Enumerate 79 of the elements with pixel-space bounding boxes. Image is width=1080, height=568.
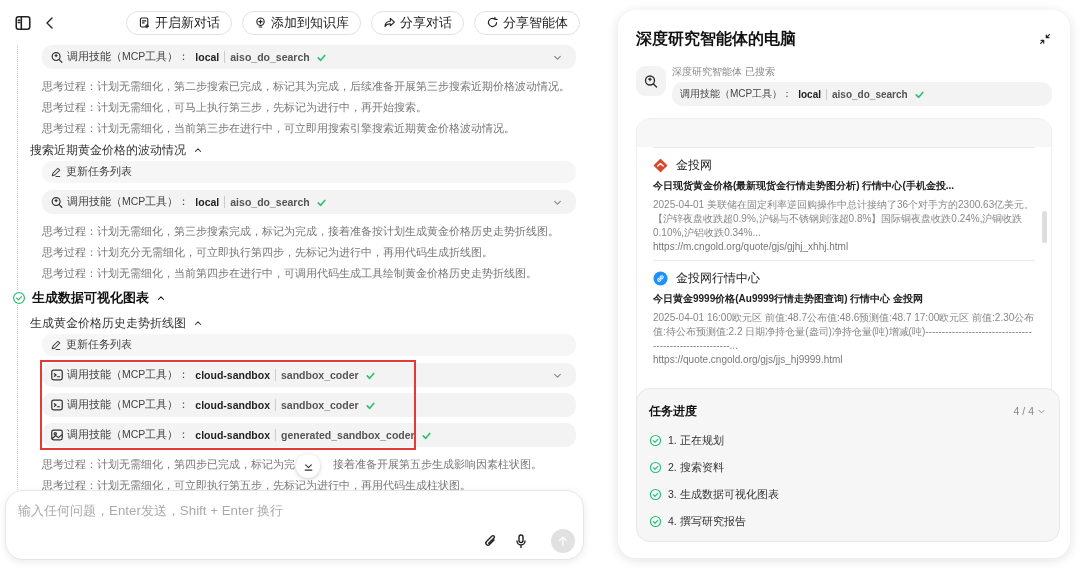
terminal-icon: [50, 398, 64, 412]
result-title[interactable]: 今日黄金9999价格(Au9999行情走势图查询) 行情中心 金投网: [653, 292, 1035, 306]
new-chat-icon: [138, 16, 151, 29]
section-title: 生成黄金价格历史走势折线图: [30, 314, 186, 332]
tool-call-row[interactable]: 调用技能（MCP工具）： cloud-sandbox sandbox_coder: [42, 363, 576, 387]
message-input[interactable]: 输入任何问题，Enter发送，Shift + Enter 换行: [18, 501, 575, 519]
search-icon: [50, 50, 64, 64]
sidebar-toggle-icon[interactable]: [14, 13, 32, 32]
server-name: local: [195, 196, 226, 208]
tool-label: 调用技能（MCP工具）：: [67, 50, 190, 64]
tool-name: sandbox_coder: [281, 399, 359, 411]
link-icon: [653, 271, 668, 286]
source-name: 金投网: [676, 157, 712, 174]
tool-call-row[interactable]: 调用技能（MCP工具）： local aiso_do_search: [42, 190, 576, 214]
scrollbar-thumb[interactable]: [1042, 211, 1047, 243]
task-update-row[interactable]: 更新任务列表: [42, 334, 576, 356]
progress-count: 4 / 4: [1013, 405, 1034, 417]
result-snippet: 2025-04-01 美联储在固定利率逆回购操作中总计接纳了36个对手方的2300.63亿美元。【沪锌夜盘收跌超0.9%,沪锡与不锈钢则涨超0.8%】国际铜夜盘收跌0.24%,沪铜收跌0.10%,沪铝收跌0.34%...: [653, 198, 1035, 240]
header-button[interactable]: 开启新对话: [126, 10, 232, 35]
pen-icon: [50, 166, 62, 178]
result-title[interactable]: 今日现货黄金价格(最新现货金行情走势图分析) 行情中心(手机金投...: [653, 179, 1035, 193]
tool-call-row[interactable]: 调用技能（MCP工具）： local aiso_do_search: [672, 82, 1052, 106]
step-title: 生成数据可视化图表: [32, 289, 149, 307]
scroll-down-button[interactable]: [296, 454, 320, 478]
tool-name: aiso_do_search: [230, 51, 310, 63]
diamond-logo-icon: [653, 158, 668, 173]
tool-label: 调用技能（MCP工具）：: [680, 87, 793, 101]
result-url: https://m.cngold.org/quote/gjs/gjhj_xhhj.html: [653, 241, 850, 252]
section-title: 搜索近期黄金价格的波动情况: [30, 141, 186, 159]
result-url: https://quote.cngold.org/gjs/jjs_hj9999.html: [653, 354, 844, 365]
thought-text: 思考过程：计划无需细化，可马上执行第三步，先标记为进行中，再开始搜索。: [42, 100, 428, 115]
header-button[interactable]: 分享智能体: [474, 10, 580, 35]
thought-text: 思考过程：计划无需细化，当前第三步在进行中，可立即用搜索引擎搜索近期黄金价格波动情况。: [42, 121, 516, 136]
thought-text: 思考过程：计划无需细化，当前第四步在进行中，可调用代码生成工具绘制黄金价格历史走势折线图。: [42, 266, 538, 281]
server-name: cloud-sandbox: [195, 429, 276, 441]
terminal-icon: [50, 368, 64, 382]
header-button[interactable]: 分享对话: [371, 10, 464, 35]
tool-label: 调用技能（MCP工具）：: [67, 428, 190, 442]
pen-icon: [50, 339, 62, 351]
progress-title: 任务进度: [649, 402, 697, 420]
header-button[interactable]: 添加到知识库: [242, 10, 361, 35]
task-text: 2. 搜索资料: [668, 460, 724, 475]
search-icon: [643, 73, 659, 89]
thought-text: 接着准备开展第五步生成影响因素柱状图。: [333, 457, 542, 472]
tool-label: 调用技能（MCP工具）：: [67, 195, 190, 209]
tool-label: 调用技能（MCP工具）：: [67, 398, 190, 412]
tool-name: aiso_do_search: [832, 88, 908, 100]
tool-name: generated_sandbox_coder: [281, 429, 415, 441]
image-icon: [50, 428, 64, 442]
bulb-icon: [254, 16, 267, 29]
tool-name: aiso_do_search: [230, 196, 310, 208]
agent-status: 深度研究智能体 已搜索: [672, 66, 776, 79]
tool-call-row[interactable]: 调用技能（MCP工具）： cloud-sandbox generated_sandbox_coder: [42, 423, 576, 447]
source-name: 金投网行情中心: [676, 270, 760, 287]
collapse-icon[interactable]: [1038, 32, 1052, 46]
tool-name: sandbox_coder: [281, 369, 359, 381]
arrow-up-icon: [556, 534, 570, 548]
search-icon: [50, 195, 64, 209]
tool-label: 调用技能（MCP工具）：: [67, 368, 190, 382]
server-name: local: [798, 88, 828, 100]
thought-text: 思考过程：计划无需细化，可立即执行第五步，先标记为进行中，再用代码生成柱状图。: [42, 478, 472, 490]
tool-call-row[interactable]: 调用技能（MCP工具）： local aiso_do_search: [42, 45, 576, 69]
panel-title: 深度研究智能体的电脑: [636, 28, 796, 49]
microphone-icon[interactable]: [513, 533, 529, 549]
thought-text: 思考过程：计划无需细化，第四步已完成，标记为完: [42, 457, 295, 472]
share-arrow-icon: [383, 16, 396, 29]
thought-text: 思考过程：计划充分无需细化，可立即执行第四步，先标记为进行中，再用代码生成折线图。: [42, 245, 494, 260]
thought-text: 思考过程：计划无需细化，第三步搜索完成，标记为完成，接着准备按计划生成黄金价格历史走势折线图。: [42, 224, 560, 239]
tool-call-row[interactable]: 调用技能（MCP工具）： cloud-sandbox sandbox_coder: [42, 393, 576, 417]
task-text: 4. 撰写研究报告: [668, 514, 746, 529]
server-name: cloud-sandbox: [195, 369, 276, 381]
task-text: 3. 生成数据可视化图表: [668, 487, 779, 502]
server-name: local: [195, 51, 226, 63]
server-name: cloud-sandbox: [195, 399, 276, 411]
result-snippet: 2025-04-01 16:00欧元区 前值:48.7公布值:48.6预测值:48.7 17:00欧元区 前值:2.30公布值:待公布预测值:2.2 日期净持仓量(盎司)净持仓量(吨)增减(吨)-------------------------------------------------------...: [653, 311, 1035, 353]
task-text: 1. 正在规划: [668, 433, 724, 448]
refresh-icon: [486, 16, 499, 29]
thought-text: 思考过程：计划无需细化，第二步搜索已完成，标记其为完成，后续准备开展第三步搜索近期价格波动情况。: [42, 79, 571, 94]
task-update-row[interactable]: 更新任务列表: [42, 161, 576, 183]
